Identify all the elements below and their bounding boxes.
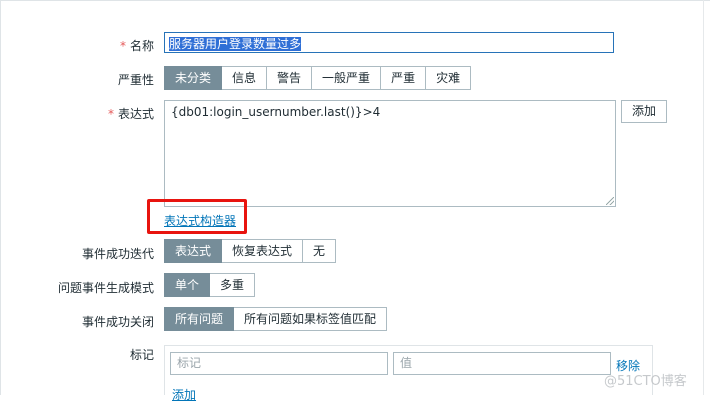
right-border bbox=[703, 0, 704, 395]
tag-value-input[interactable]: 值 bbox=[393, 352, 611, 375]
name-label: * 名称 bbox=[4, 37, 154, 54]
ok-close-segmented: 所有问题 所有问题如果标签值匹配 bbox=[164, 307, 388, 331]
ok-event-label: 事件成功迭代 bbox=[81, 247, 154, 261]
left-border bbox=[0, 0, 1, 395]
severity-segmented: 未分类 信息 警告 一般严重 严重 灾难 bbox=[164, 66, 472, 90]
severity-not-classified[interactable]: 未分类 bbox=[164, 66, 223, 90]
expression-builder-link[interactable]: 表达式构造器 bbox=[164, 212, 236, 229]
problem-mode-single[interactable]: 单个 bbox=[164, 273, 211, 297]
name-label-text: 名称 bbox=[129, 39, 154, 53]
severity-warning[interactable]: 警告 bbox=[267, 66, 313, 90]
expression-label-text: 表达式 bbox=[117, 107, 154, 121]
required-marker: * bbox=[119, 39, 126, 53]
tag-value-placeholder: 值 bbox=[400, 356, 413, 370]
ok-event-none[interactable]: 无 bbox=[303, 239, 337, 263]
problem-mode-segmented: 单个 多重 bbox=[164, 273, 256, 297]
ok-event-expression[interactable]: 表达式 bbox=[164, 239, 223, 263]
tags-label: 标记 bbox=[129, 348, 154, 362]
name-input[interactable]: 服务器用户登录数量过多 bbox=[164, 32, 614, 53]
severity-label: 严重性 bbox=[117, 73, 154, 87]
watermark: @51CTO博客 bbox=[604, 374, 687, 389]
ok-close-label: 事件成功关闭 bbox=[81, 315, 154, 329]
severity-high[interactable]: 严重 bbox=[381, 66, 427, 90]
expression-textarea[interactable]: {db01:login_usernumber.last()}>4 bbox=[164, 100, 616, 207]
resize-grip-icon[interactable] bbox=[606, 197, 614, 205]
severity-disaster[interactable]: 灾难 bbox=[426, 66, 472, 90]
expression-value: {db01:login_usernumber.last()}>4 bbox=[171, 105, 381, 119]
tag-name-placeholder: 标记 bbox=[177, 356, 202, 370]
tag-name-input[interactable]: 标记 bbox=[170, 352, 388, 375]
ok-close-tag-match[interactable]: 所有问题如果标签值匹配 bbox=[234, 307, 388, 331]
severity-information[interactable]: 信息 bbox=[222, 66, 268, 90]
severity-average[interactable]: 一般严重 bbox=[312, 66, 382, 90]
ok-close-all-problems[interactable]: 所有问题 bbox=[164, 307, 235, 331]
ok-event-recovery-expression[interactable]: 恢复表达式 bbox=[222, 239, 304, 263]
required-marker: * bbox=[107, 107, 114, 121]
problem-mode-label: 问题事件生成模式 bbox=[57, 281, 154, 295]
name-value: 服务器用户登录数量过多 bbox=[169, 37, 302, 51]
top-border bbox=[0, 0, 710, 1]
expression-label: * 表达式 bbox=[4, 105, 154, 122]
add-expression-button[interactable]: 添加 bbox=[621, 100, 667, 123]
problem-mode-multiple[interactable]: 多重 bbox=[210, 273, 256, 297]
ok-event-segmented: 表达式 恢复表达式 无 bbox=[164, 239, 337, 263]
